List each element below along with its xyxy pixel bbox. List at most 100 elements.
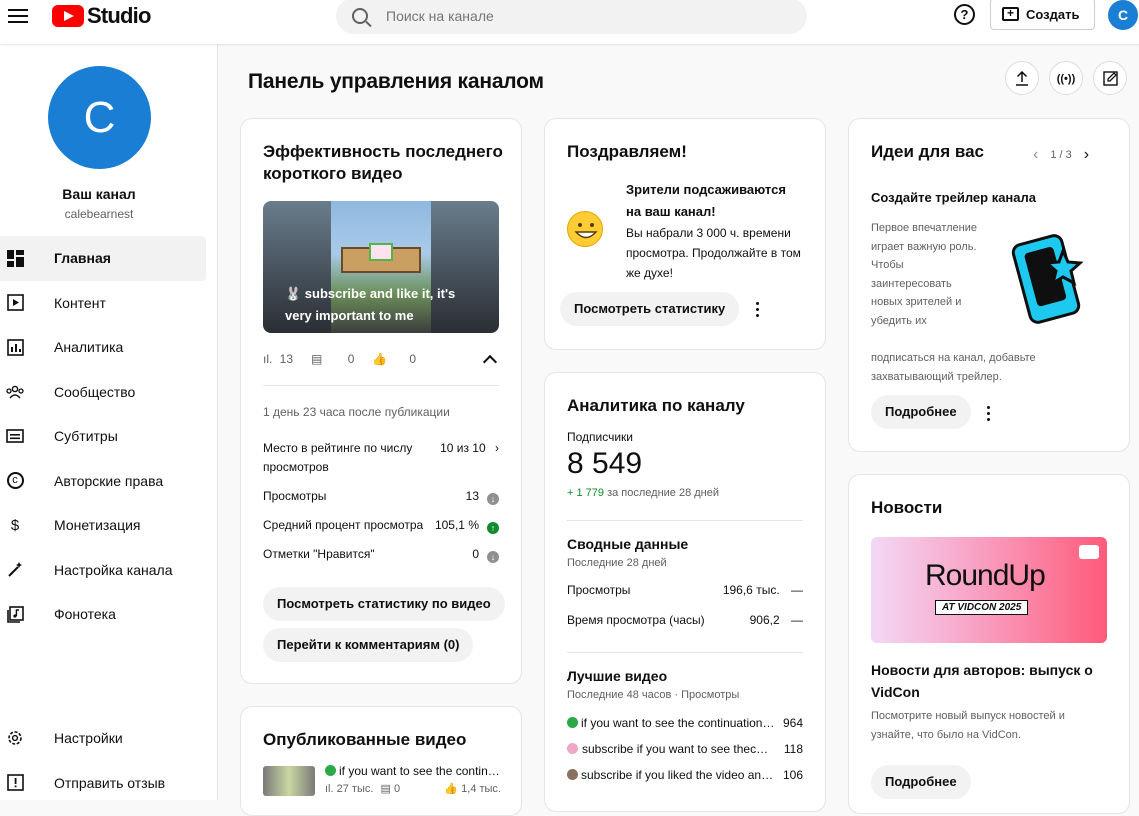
collapse-chevron-icon[interactable] [482, 354, 498, 370]
sidebar-bottom: Настройки Отправить отзыв [0, 716, 206, 805]
ideas-pager: ‹ 1 / 3 › [1033, 146, 1089, 164]
top-video-title: if you want to see the continuation… [581, 716, 775, 730]
view-video-stats-button[interactable]: Посмотреть статистику по видео [263, 587, 505, 621]
sidebar-item-customization[interactable]: Настройка канала [0, 548, 206, 593]
more-options-icon[interactable] [987, 406, 991, 422]
video-thumb-icon [567, 717, 578, 728]
latest-short-card: Эффективность последнего короткого видео… [240, 118, 522, 684]
news-banner[interactable]: RoundUp AT VIDCON 2025 [871, 537, 1107, 643]
sidebar-item-dashboard[interactable]: Главная [0, 236, 206, 281]
video-thumbnail[interactable]: 🐰 subscribe and like it, it's very impor… [263, 201, 499, 333]
learn-more-button[interactable]: Подробнее [871, 395, 971, 429]
divider [567, 652, 803, 653]
more-options-icon[interactable] [756, 302, 760, 318]
view-stats-button[interactable]: Посмотреть статистику [560, 292, 740, 326]
create-button[interactable]: + Создать [990, 0, 1095, 30]
top-video-title: subscribe if you want to see thec… [582, 742, 769, 756]
top-video-views: 106 [782, 768, 803, 782]
summary-views-row: Просмотры 196,6 тыс. — [567, 583, 803, 597]
rank-row[interactable]: Место в рейтинге по числу просмотров 10 … [263, 439, 499, 477]
studio-logo[interactable]: Studio [52, 3, 151, 29]
community-icon [6, 383, 24, 401]
video-thumbnail[interactable] [263, 766, 315, 796]
idea-body-wide: подписаться на канал, добавьте захватыва… [871, 352, 1036, 383]
page-title: Панель управления каналом [248, 70, 544, 93]
thumb-up-icon: 👍 [372, 352, 388, 366]
chevron-left-icon[interactable]: ‹ [1033, 146, 1038, 164]
channel-name: Ваш канал [62, 186, 136, 202]
published-comments: 0 [393, 783, 401, 795]
subscribers-delta-period: за последние 28 дней [607, 487, 720, 499]
top-video-views: 118 [783, 742, 803, 756]
ideas-card: Идеи для вас ‹ 1 / 3 › Создайте трейлер … [848, 118, 1130, 452]
summary-title: Сводные данные [567, 536, 689, 552]
search-input[interactable] [386, 8, 766, 24]
sidebar-item-community[interactable]: Сообщество [0, 370, 206, 415]
sidebar-item-label: Настройка канала [54, 561, 173, 578]
sidebar-item-audio-library[interactable]: Фонотека [0, 592, 206, 637]
chevron-right-icon: › [495, 441, 499, 455]
chevron-right-icon[interactable]: › [1084, 146, 1089, 164]
subtitles-icon [6, 427, 24, 445]
views-value: 13 [465, 489, 479, 503]
top-video-row[interactable]: subscribe if you want to see thec… 118 [567, 742, 803, 756]
thumbnail-caption: 🐰 subscribe and like it, it's very impor… [285, 286, 456, 323]
upload-button[interactable] [1005, 61, 1039, 95]
grinning-face-icon [567, 211, 603, 247]
card-title: Аналитика по каналу [567, 396, 745, 415]
arrow-down-icon: ↓ [487, 493, 499, 505]
go-live-button[interactable]: ((•)) [1049, 61, 1083, 95]
top-video-title: subscribe if you liked the video an… [581, 768, 774, 782]
sidebar-item-feedback[interactable]: Отправить отзыв [0, 761, 206, 806]
rank-value: 10 из 10 [440, 441, 486, 455]
create-label: Создать [1026, 6, 1080, 22]
sidebar-item-subtitles[interactable]: Субтитры [0, 414, 206, 459]
top-video-row[interactable]: subscribe if you liked the video an… 106 [567, 768, 803, 782]
sidebar-item-label: Аналитика [54, 339, 124, 356]
video-thumb-icon [567, 743, 578, 754]
search-icon[interactable] [352, 8, 368, 24]
sidebar-item-label: Сообщество [54, 383, 136, 400]
edit-icon [1102, 71, 1118, 86]
sidebar-item-copyright[interactable]: c Авторские права [0, 459, 206, 504]
trailer-illustration-icon [1007, 227, 1097, 327]
sidebar-item-label: Фонотека [54, 606, 116, 623]
card-title: Опубликованные видео [263, 730, 467, 749]
learn-more-button[interactable]: Подробнее [871, 765, 971, 799]
sidebar-item-label: Главная [54, 250, 111, 267]
subscribers-value: 8 549 [567, 447, 643, 480]
account-avatar[interactable]: C [1108, 0, 1138, 30]
comment-icon: ▤ [380, 783, 391, 795]
search-bar[interactable] [336, 0, 807, 34]
avg-value: 105,1 % [434, 518, 479, 532]
live-icon: ((•)) [1056, 73, 1076, 85]
sidebar-item-content[interactable]: Контент [0, 281, 206, 326]
arrow-up-icon: ↑ [487, 522, 499, 534]
pager-text: 1 / 3 [1050, 149, 1072, 161]
create-post-button[interactable] [1093, 61, 1127, 95]
upload-icon [1016, 71, 1028, 86]
rank-label: Место в рейтинге по числу просмотров [263, 441, 413, 474]
sidebar-item-label: Контент [54, 294, 106, 311]
short-stats-row: ıl. 13 ▤ 0 👍 0 [263, 351, 499, 370]
sidebar-item-analytics[interactable]: Аналитика [0, 325, 206, 370]
go-to-comments-button[interactable]: Перейти к комментариям (0) [263, 628, 474, 662]
published-video-title: if you want to see the contin… [339, 764, 500, 778]
likes-value: 0 [472, 547, 479, 561]
channel-avatar[interactable]: C [48, 66, 151, 169]
sidebar-item-label: Авторские права [54, 472, 164, 489]
sidebar-item-settings[interactable]: Настройки [0, 716, 206, 761]
banner-title: RoundUp [925, 559, 1046, 592]
game-sign-image [369, 243, 393, 261]
top-video-row[interactable]: if you want to see the continuation… 964 [567, 716, 803, 730]
help-icon[interactable]: ? [954, 4, 975, 25]
subscribers-delta-row: + 1 779 за последние 28 дней [567, 487, 719, 499]
likes-label: Отметки "Нравится" [263, 547, 375, 561]
menu-icon[interactable] [8, 6, 28, 26]
news-body: Посмотрите новый выпуск новостей и узнай… [871, 710, 1065, 741]
arrow-down-icon: ↓ [487, 551, 499, 563]
sidebar-item-monetization[interactable]: $ Монетизация [0, 503, 206, 548]
monetization-icon: $ [10, 516, 20, 534]
published-video-title-row[interactable]: if you want to see the contin… [325, 764, 505, 778]
summary-watch-label: Время просмотра (часы) [567, 613, 705, 627]
